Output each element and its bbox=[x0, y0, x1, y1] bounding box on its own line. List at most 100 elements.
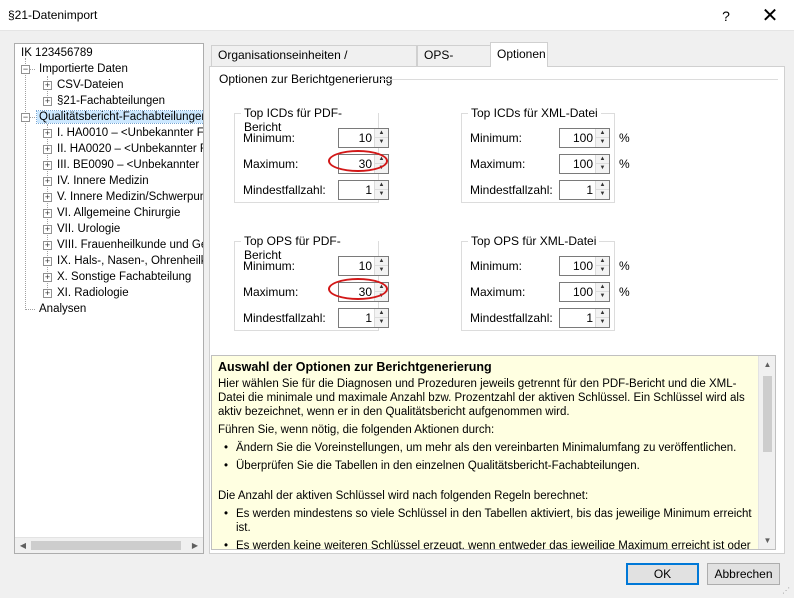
tab-organisationseinheiten[interactable]: Organisationseinheiten / Fachabteilungen bbox=[211, 45, 417, 81]
icd-pdf-mindestfallzahl-spinner[interactable]: 1 ▲ ▼ bbox=[338, 180, 389, 200]
expand-icon[interactable]: + bbox=[43, 241, 52, 250]
scroll-right-icon[interactable]: ▶ bbox=[187, 538, 203, 553]
spin-up-icon[interactable]: ▲ bbox=[596, 181, 609, 190]
window-title: §21-Datenimport bbox=[8, 8, 98, 22]
group-title: Top ICDs für XML-Datei bbox=[468, 106, 601, 120]
horizontal-scrollbar[interactable]: ◀ ▶ bbox=[15, 537, 203, 553]
expand-icon[interactable]: + bbox=[43, 209, 52, 218]
icd-pdf-minimum-spinner[interactable]: 10 ▲ ▼ bbox=[338, 128, 389, 148]
minimum-label: Minimum: bbox=[243, 259, 296, 273]
tree-item-fachabteilung[interactable]: IX. Hals-, Nasen-, Ohrenheilkun bbox=[55, 253, 203, 269]
spin-down-icon[interactable]: ▼ bbox=[596, 138, 609, 147]
spin-up-icon[interactable]: ▲ bbox=[596, 155, 609, 164]
spin-down-icon[interactable]: ▼ bbox=[596, 164, 609, 173]
tree-item-fachabteilung[interactable]: II. HA0020 – <Unbekannter FA bbox=[55, 141, 203, 157]
spin-down-icon[interactable]: ▼ bbox=[375, 190, 388, 199]
scroll-thumb[interactable] bbox=[763, 376, 772, 452]
spin-down-icon[interactable]: ▼ bbox=[596, 190, 609, 199]
spin-up-icon[interactable]: ▲ bbox=[596, 283, 609, 292]
mindestfallzahl-label: Mindestfallzahl: bbox=[243, 183, 326, 197]
close-icon[interactable]: ✕ bbox=[748, 0, 792, 31]
spin-up-icon[interactable]: ▲ bbox=[375, 257, 388, 266]
minimum-label: Minimum: bbox=[243, 131, 296, 145]
expand-icon[interactable]: + bbox=[43, 97, 52, 106]
expand-icon[interactable]: + bbox=[43, 129, 52, 138]
tree-item-analysen[interactable]: Analysen bbox=[37, 301, 88, 317]
ops-pdf-mindestfallzahl-spinner[interactable]: 1 ▲ ▼ bbox=[338, 308, 389, 328]
expand-icon[interactable]: + bbox=[43, 81, 52, 90]
spin-down-icon[interactable]: ▼ bbox=[375, 138, 388, 147]
help-list: Es werden mindestens so viele Schlüssel … bbox=[218, 507, 758, 549]
tree-item-fachabteilung[interactable]: VI. Allgemeine Chirurgie bbox=[55, 205, 182, 221]
expand-icon[interactable]: + bbox=[43, 289, 52, 298]
icd-xml-maximum-spinner[interactable]: 100 ▲ ▼ bbox=[559, 154, 610, 174]
resize-grip-icon[interactable]: ⋰ bbox=[782, 586, 792, 596]
tab-optionen[interactable]: Optionen bbox=[490, 42, 548, 67]
spin-up-icon[interactable]: ▲ bbox=[375, 181, 388, 190]
spin-down-icon[interactable]: ▼ bbox=[596, 292, 609, 301]
tree-item-qualitaetsbericht-fachabteilungen[interactable]: Qualitätsbericht-Fachabteilungen bbox=[36, 109, 203, 125]
ops-xml-maximum-spinner[interactable]: 100 ▲ ▼ bbox=[559, 282, 610, 302]
tree-item-importierte-daten[interactable]: Importierte Daten bbox=[37, 61, 130, 77]
percent-label: % bbox=[619, 259, 630, 273]
tree-item-fachabteilung[interactable]: I. HA0010 – <Unbekannter FA bbox=[55, 125, 203, 141]
scroll-down-icon[interactable]: ▼ bbox=[759, 532, 775, 549]
section-divider bbox=[380, 79, 778, 80]
ops-xml-mindestfallzahl-spinner[interactable]: 1 ▲ ▼ bbox=[559, 308, 610, 328]
expand-icon[interactable]: + bbox=[43, 273, 52, 282]
ops-pdf-minimum-spinner[interactable]: 10 ▲ ▼ bbox=[338, 256, 389, 276]
spin-up-icon[interactable]: ▲ bbox=[375, 129, 388, 138]
tree-item-fachabteilung[interactable]: X. Sonstige Fachabteilung bbox=[55, 269, 193, 285]
ops-pdf-maximum-spinner[interactable]: 30 ▲ ▼ bbox=[338, 282, 389, 302]
tree-item-fachabteilung[interactable]: III. BE0090 – <Unbekannter FA bbox=[55, 157, 203, 173]
spin-up-icon[interactable]: ▲ bbox=[596, 129, 609, 138]
expand-icon[interactable]: + bbox=[43, 225, 52, 234]
spin-down-icon[interactable]: ▼ bbox=[375, 318, 388, 327]
tab-ops-regeln[interactable]: OPS-Regeln bbox=[417, 45, 491, 81]
spin-down-icon[interactable]: ▼ bbox=[375, 266, 388, 275]
tree-item-fachabteilung[interactable]: IV. Innere Medizin bbox=[55, 173, 151, 189]
expand-icon[interactable]: + bbox=[43, 177, 52, 186]
tree-root[interactable]: IK 123456789 bbox=[19, 45, 95, 61]
collapse-icon[interactable]: − bbox=[21, 113, 30, 122]
icd-pdf-maximum-spinner[interactable]: 30 ▲ ▼ bbox=[338, 154, 389, 174]
navigation-tree[interactable]: IK 123456789 − Importierte Daten + CSV-D… bbox=[14, 43, 204, 554]
expand-icon[interactable]: + bbox=[43, 193, 52, 202]
tree-item-s21-fachabteilungen[interactable]: §21-Fachabteilungen bbox=[55, 93, 167, 109]
spin-down-icon[interactable]: ▼ bbox=[375, 164, 388, 173]
section-title: Optionen zur Berichtgenerierung bbox=[219, 72, 393, 86]
spin-down-icon[interactable]: ▼ bbox=[596, 266, 609, 275]
tree-item-fachabteilung[interactable]: VIII. Frauenheilkunde und Geb bbox=[55, 237, 203, 253]
minimum-label: Minimum: bbox=[470, 259, 523, 273]
spin-down-icon[interactable]: ▼ bbox=[375, 292, 388, 301]
icd-xml-mindestfallzahl-spinner[interactable]: 1 ▲ ▼ bbox=[559, 180, 610, 200]
vertical-scrollbar[interactable]: ▲ ▼ bbox=[758, 356, 775, 549]
group-icd-pdf: Top ICDs für PDF-Bericht Minimum: 10 ▲ ▼ … bbox=[234, 106, 389, 203]
tree-item-fachabteilung[interactable]: VII. Urologie bbox=[55, 221, 122, 237]
spin-up-icon[interactable]: ▲ bbox=[375, 155, 388, 164]
collapse-icon[interactable]: − bbox=[21, 65, 30, 74]
scroll-thumb[interactable] bbox=[31, 541, 181, 550]
help-list-item: Es werden mindestens so viele Schlüssel … bbox=[224, 507, 758, 535]
spin-up-icon[interactable]: ▲ bbox=[375, 309, 388, 318]
spin-up-icon[interactable]: ▲ bbox=[596, 257, 609, 266]
expand-icon[interactable]: + bbox=[43, 145, 52, 154]
spin-up-icon[interactable]: ▲ bbox=[596, 309, 609, 318]
icd-xml-minimum-spinner[interactable]: 100 ▲ ▼ bbox=[559, 128, 610, 148]
scroll-left-icon[interactable]: ◀ bbox=[15, 538, 31, 553]
cancel-button[interactable]: Abbrechen bbox=[707, 563, 780, 585]
spin-up-icon[interactable]: ▲ bbox=[375, 283, 388, 292]
spin-down-icon[interactable]: ▼ bbox=[596, 318, 609, 327]
help-icon[interactable]: ? bbox=[704, 0, 748, 31]
mindestfallzahl-label: Mindestfallzahl: bbox=[470, 311, 553, 325]
tree-item-fachabteilung[interactable]: XI. Radiologie bbox=[55, 285, 131, 301]
maximum-label: Maximum: bbox=[470, 285, 526, 299]
tree-item-fachabteilung[interactable]: V. Innere Medizin/Schwerpunkt bbox=[55, 189, 203, 205]
help-paragraph: Die Anzahl der aktiven Schlüssel wird na… bbox=[218, 490, 589, 502]
tree-item-csv-dateien[interactable]: CSV-Dateien bbox=[55, 77, 125, 93]
expand-icon[interactable]: + bbox=[43, 161, 52, 170]
scroll-up-icon[interactable]: ▲ bbox=[759, 356, 775, 373]
expand-icon[interactable]: + bbox=[43, 257, 52, 266]
ok-button[interactable]: OK bbox=[626, 563, 699, 585]
ops-xml-minimum-spinner[interactable]: 100 ▲ ▼ bbox=[559, 256, 610, 276]
